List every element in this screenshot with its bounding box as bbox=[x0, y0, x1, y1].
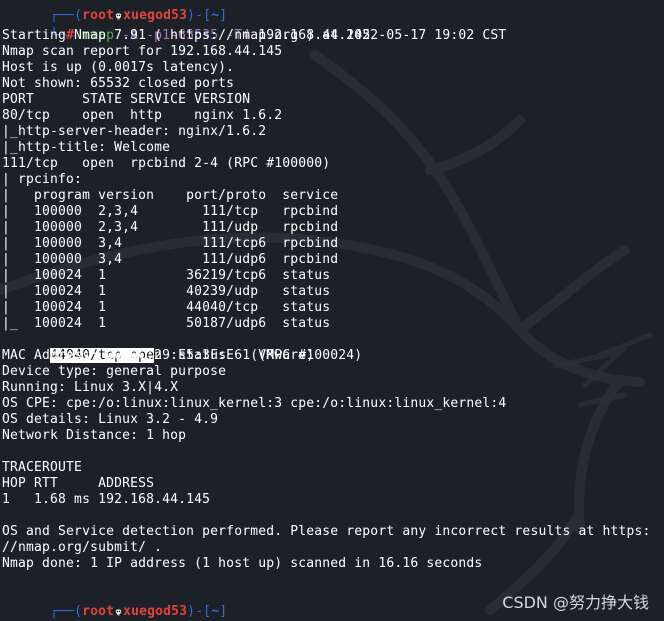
csdn-watermark: CSDN @努力挣大钱 bbox=[502, 593, 649, 612]
output-line: |_http-title: Welcome bbox=[2, 140, 171, 155]
output-line: HOP RTT ADDRESS bbox=[2, 476, 155, 491]
output-line: | 100024 1 44040/tcp status bbox=[2, 300, 331, 315]
output-line: Network Distance: 1 hop bbox=[2, 428, 187, 443]
output-line: | 100024 1 40239/udp status bbox=[2, 284, 331, 299]
output-line: 111/tcp open rpcbind 2-4 (RPC #100000) bbox=[2, 156, 331, 171]
output-line: 1 1.68 ms 192.168.44.145 bbox=[2, 492, 211, 507]
output-line: OS and Service detection performed. Plea… bbox=[2, 524, 651, 539]
output-line: PORT STATE SERVICE VERSION bbox=[2, 92, 251, 107]
output-line: | 100000 2,3,4 111/tcp rpcbind bbox=[2, 204, 339, 219]
prompt-separator: )-[ bbox=[187, 604, 212, 619]
output-line: Not shown: 65532 closed ports bbox=[2, 76, 235, 91]
output-line: Host is up (0.0017s latency). bbox=[2, 60, 235, 75]
prompt-line-bottom[interactable]: ┌──(root xuegod53)-[~] bbox=[2, 588, 227, 619]
prompt-host: xuegod53 bbox=[123, 604, 188, 619]
prompt-user: root bbox=[82, 604, 115, 619]
output-line: Nmap scan report for 192.168.44.145 bbox=[2, 44, 283, 59]
prompt-line-top: ┌──(root xuegod53)-[~] bbox=[2, 0, 227, 23]
output-line: |_ 100024 1 50187/udp6 status bbox=[2, 316, 331, 331]
output-line: | 100000 3,4 111/tcp6 rpcbind bbox=[2, 236, 339, 251]
output-line: 80/tcp open http nginx 1.6.2 bbox=[2, 108, 283, 123]
output-line: | 100000 2,3,4 111/udp rpcbind bbox=[2, 220, 339, 235]
terminal-window[interactable]: ┌──(root xuegod53)-[~] └─# nmap -A -p1-65… bbox=[0, 0, 664, 621]
prompt-box-start: ┌──( bbox=[50, 604, 83, 619]
output-line: | program version port/proto service bbox=[2, 188, 339, 203]
output-line: MAC Address: 00:0C:29:E5:3F:E6 (VMware) bbox=[2, 348, 315, 363]
output-line: Running: Linux 3.X|4.X bbox=[2, 380, 179, 395]
output-line: OS details: Linux 3.2 - 4.9 bbox=[2, 412, 219, 427]
prompt-box-end: ] bbox=[219, 604, 228, 619]
output-line: | 100000 3,4 111/udp6 rpcbind bbox=[2, 252, 339, 267]
command-line[interactable]: └─# nmap -A -p1-65535 -T4 192.168.44.145 bbox=[2, 12, 370, 43]
skull-icon bbox=[115, 609, 122, 616]
output-line: //nmap.org/submit/ . bbox=[2, 540, 163, 555]
output-line: TRACEROUTE bbox=[2, 460, 83, 475]
output-line: | 100024 1 36219/tcp6 status bbox=[2, 268, 331, 283]
output-line: OS CPE: cpe:/o:linux:linux_kernel:3 cpe:… bbox=[2, 396, 507, 411]
output-line: |_http-server-header: nginx/1.6.2 bbox=[2, 124, 267, 139]
output-line: | rpcinfo: bbox=[2, 172, 83, 187]
output-line: Device type: general purpose bbox=[2, 364, 227, 379]
output-line: Nmap done: 1 IP address (1 host up) scan… bbox=[2, 556, 483, 571]
selected-output-line[interactable]: 44040/tcp open status 1 (RPC #100024) bbox=[2, 332, 362, 363]
output-line: Starting Nmap 7.91 ( https://nmap.org ) … bbox=[2, 28, 507, 43]
